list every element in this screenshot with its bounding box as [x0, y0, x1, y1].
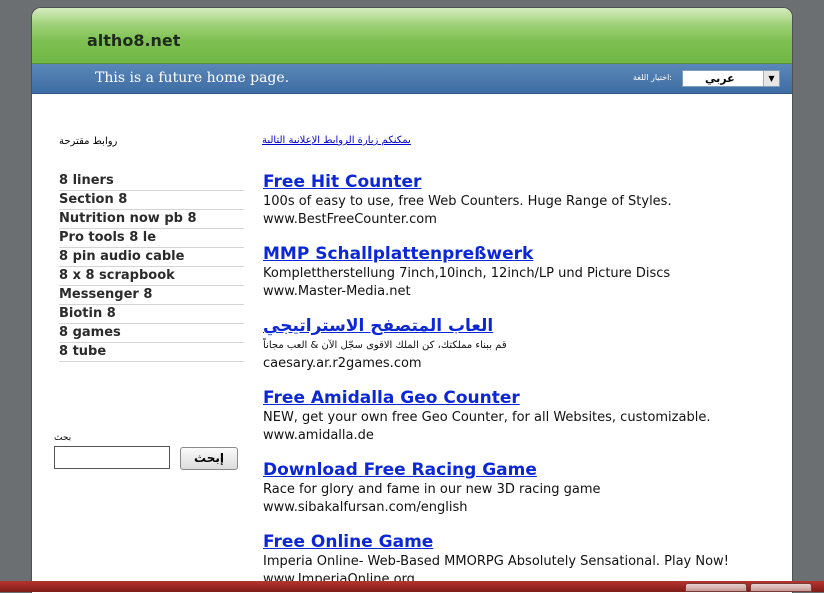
- related-link[interactable]: Pro tools 8 le: [59, 229, 244, 248]
- related-link[interactable]: 8 tube: [59, 343, 244, 362]
- related-link[interactable]: 8 pin audio cable: [59, 248, 244, 267]
- ads-list: Free Hit Counter 100s of easy to use, fr…: [263, 171, 783, 593]
- ad-item: Free Amidalla Geo Counter NEW, get your …: [263, 387, 783, 459]
- ad-title-link[interactable]: Free Online Game: [263, 531, 783, 553]
- taskbar: [0, 581, 824, 592]
- ad-title-link[interactable]: العاب المتصفح الاستراتيجي: [263, 315, 783, 337]
- ad-url[interactable]: www.amidalla.de: [263, 427, 783, 445]
- ad-item: Download Free Racing Game Race for glory…: [263, 459, 783, 531]
- related-link[interactable]: 8 games: [59, 324, 244, 343]
- ad-item: MMP Schallplattenpreßwerk Komplettherste…: [263, 243, 783, 315]
- ad-url[interactable]: caesary.ar.r2games.com: [263, 355, 783, 373]
- tagline-bar: This is a future home page. اختيار اللغة…: [32, 64, 792, 94]
- search-button[interactable]: إبحث: [180, 447, 238, 470]
- site-name: altho8.net: [87, 31, 181, 50]
- ad-description: Race for glory and fame in our new 3D ra…: [263, 482, 601, 497]
- ad-url[interactable]: www.BestFreeCounter.com: [263, 211, 783, 229]
- related-links-list: 8 liners Section 8 Nutrition now pb 8 Pr…: [59, 172, 244, 362]
- ad-title-link[interactable]: Free Hit Counter: [263, 171, 783, 193]
- taskbar-button[interactable]: [750, 583, 812, 592]
- ad-description: قم ببناء مملكتك، كن الملك الاقوى سجّل ال…: [263, 340, 507, 351]
- related-links-title: روابط مقترحة: [59, 136, 118, 147]
- related-link[interactable]: Nutrition now pb 8: [59, 210, 244, 229]
- ad-title-link[interactable]: Download Free Racing Game: [263, 459, 783, 481]
- chevron-down-icon[interactable]: ▼: [763, 71, 779, 86]
- ad-description: Imperia Online- Web-Based MMORPG Absolut…: [263, 554, 729, 569]
- tagline: This is a future home page.: [95, 70, 290, 86]
- ad-title-link[interactable]: Free Amidalla Geo Counter: [263, 387, 783, 409]
- ad-description: 100s of easy to use, free Web Counters. …: [263, 194, 672, 209]
- ad-item: العاب المتصفح الاستراتيجي قم ببناء مملكت…: [263, 315, 783, 387]
- related-link[interactable]: Messenger 8: [59, 286, 244, 305]
- ad-description: Komplettherstellung 7inch,10inch, 12inch…: [263, 266, 671, 281]
- ad-item: Free Hit Counter 100s of easy to use, fr…: [263, 171, 783, 243]
- ad-title-link[interactable]: MMP Schallplattenpreßwerk: [263, 243, 783, 265]
- related-link[interactable]: 8 x 8 scrapbook: [59, 267, 244, 286]
- language-label: اختيار اللغة:: [633, 73, 672, 82]
- related-link[interactable]: Section 8: [59, 191, 244, 210]
- language-select-value: عربي: [705, 72, 735, 85]
- search-label: بحث: [54, 433, 72, 443]
- ads-intro-link[interactable]: يمكنكم زيارة الروابط الإعلانية التالية: [262, 135, 411, 146]
- language-select[interactable]: عربي ▼: [682, 70, 780, 87]
- related-link[interactable]: 8 liners: [59, 172, 244, 191]
- page-container: altho8.net This is a future home page. ا…: [31, 7, 793, 593]
- search-input[interactable]: [54, 446, 170, 469]
- ad-url[interactable]: www.Master-Media.net: [263, 283, 783, 301]
- ad-url[interactable]: www.sibakalfursan.com/english: [263, 499, 783, 517]
- ad-description: NEW, get your own free Geo Counter, for …: [263, 410, 711, 425]
- taskbar-button[interactable]: [685, 583, 747, 592]
- site-header: altho8.net: [32, 8, 792, 64]
- related-link[interactable]: Biotin 8: [59, 305, 244, 324]
